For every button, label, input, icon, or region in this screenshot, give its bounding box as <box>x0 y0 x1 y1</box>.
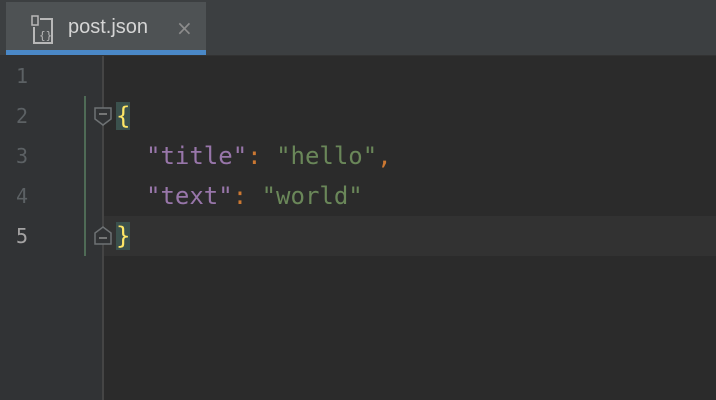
tab-post-json[interactable]: {} post.json × <box>6 2 206 55</box>
json-key: "text" <box>146 182 233 210</box>
json-string-value: "hello" <box>276 142 378 170</box>
json-colon: : <box>247 142 277 170</box>
fold-collapse-icon[interactable] <box>93 106 113 126</box>
fold-end-icon[interactable] <box>93 226 113 246</box>
code-line-5: } <box>116 216 131 256</box>
code-line-2: { <box>116 96 131 136</box>
line-number-gutter: 1 2 3 4 5 <box>0 56 103 400</box>
json-colon: : <box>232 182 262 210</box>
active-tab-indicator <box>6 50 206 55</box>
open-brace: { <box>116 102 131 130</box>
line-number: 3 <box>16 144 29 168</box>
close-icon[interactable]: × <box>176 15 193 41</box>
tab-label: post.json <box>68 16 149 38</box>
close-brace: } <box>116 222 131 250</box>
json-string-value: "world" <box>261 182 363 210</box>
line-number-current: 5 <box>16 224 29 248</box>
json-key: "title" <box>146 142 248 170</box>
fold-region-indicator <box>84 96 86 256</box>
code-editor[interactable]: 1 2 3 4 5 { "title": "hello", "text": "w… <box>0 56 716 400</box>
code-line-3: "title": "hello", <box>146 136 392 176</box>
json-comma: , <box>377 142 392 170</box>
line-number: 2 <box>16 104 29 128</box>
line-number: 1 <box>16 64 29 88</box>
json-file-icon: {} <box>30 15 53 44</box>
editor-tab-bar: {} post.json × <box>0 0 716 56</box>
svg-text:{}: {} <box>39 29 52 42</box>
current-line-highlight-code <box>104 216 716 256</box>
code-line-4: "text": "world" <box>146 176 363 216</box>
line-number: 4 <box>16 184 29 208</box>
